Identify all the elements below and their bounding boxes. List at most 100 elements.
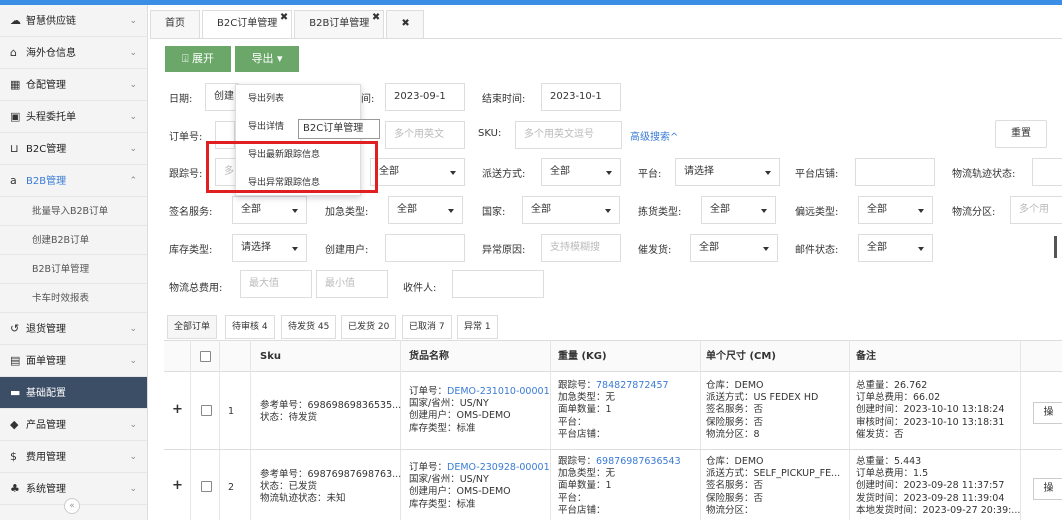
status-tab-cancelled[interactable]: 已取消 7 bbox=[402, 315, 452, 339]
sidebar: ☁ 智慧供应链 ⌄ ⌂ 海外仓信息 ⌄ ▦ 仓配管理 ⌄ ▣ 头程委托单 ⌄ ⊔ B2C管理 ⌄ a… bbox=[0, 5, 148, 520]
urgent-select[interactable]: 全部 bbox=[388, 196, 463, 224]
chevron-down-icon: ⌄ bbox=[129, 48, 137, 58]
track-status-select[interactable] bbox=[1032, 158, 1062, 186]
pick-type-select[interactable]: 全部 bbox=[701, 196, 776, 224]
amazon-icon: a bbox=[10, 174, 17, 187]
sidebar-item-b2b[interactable]: a B2B管理 ⌃ bbox=[0, 165, 147, 197]
fee-label: 物流总费用: bbox=[169, 283, 223, 294]
country-select[interactable]: 全部 bbox=[522, 196, 620, 224]
chevron-up-icon: ⌃ bbox=[129, 176, 137, 186]
chevron-down-icon: ⌄ bbox=[129, 484, 137, 494]
sidebar-sub-create-b2b[interactable]: 创建B2B订单 bbox=[0, 226, 147, 255]
sidebar-item-b2c[interactable]: ⊔ B2C管理 ⌄ bbox=[0, 133, 147, 165]
expand-row-icon[interactable]: + bbox=[172, 402, 183, 417]
tab-b2b-orders[interactable]: B2B订单管理 ✖ bbox=[294, 10, 385, 38]
status-tab-pending-review[interactable]: 待审核 4 bbox=[225, 315, 275, 339]
grid-icon: ▦ bbox=[10, 78, 21, 91]
expand-button[interactable]: ⍗ 展开 bbox=[165, 46, 231, 72]
sku-input[interactable]: 多个用英文逗号 bbox=[515, 121, 622, 149]
chevron-down-icon: ⌄ bbox=[129, 420, 137, 430]
row-index: 1 bbox=[228, 406, 235, 417]
date-label-2: 间: bbox=[361, 94, 375, 105]
order-link[interactable]: DEMO-231010-00001 bbox=[447, 386, 550, 397]
order-no-label: 订单号: bbox=[169, 132, 203, 143]
sign-service-select[interactable]: 全部 bbox=[232, 196, 307, 224]
sku-label: SKU: bbox=[478, 128, 502, 139]
mail-status-label: 邮件状态: bbox=[795, 245, 839, 256]
scrollbar-handle[interactable] bbox=[1054, 236, 1057, 258]
row-checkbox[interactable] bbox=[201, 405, 212, 416]
table-header: Sku 货品名称 重量 (KG) 单个尺寸 (CM) 备注 bbox=[164, 340, 1062, 372]
size-cell: 仓库：DEMO 派送方式：US FEDEX HD 签名服务：否 保险服务：否 物… bbox=[706, 380, 819, 440]
close-all-tabs-button[interactable]: ✖ bbox=[386, 10, 425, 38]
goods-cell: 订单号：DEMO-230928-00001 国家/省州：US/NY 创建用户：O… bbox=[409, 462, 550, 510]
fee-min-input[interactable]: 最小值 bbox=[316, 270, 388, 298]
tab-home[interactable]: 首页 bbox=[150, 10, 200, 38]
tracking-link[interactable]: 784827872457 bbox=[596, 380, 669, 391]
advanced-search-link[interactable]: 高级搜索^ bbox=[630, 128, 678, 143]
sidebar-item-products[interactable]: ◆ 产品管理 ⌄ bbox=[0, 409, 147, 441]
date-label: 日期: bbox=[169, 94, 193, 105]
sidebar-item-warehouse-info[interactable]: ⌂ 海外仓信息 ⌄ bbox=[0, 37, 147, 69]
close-icon[interactable]: ✖ bbox=[280, 5, 288, 31]
goods-cell: 订单号：DEMO-231010-00001 国家/省州：US/NY 创建用户：O… bbox=[409, 386, 550, 434]
mail-status-select[interactable]: 全部 bbox=[858, 234, 933, 262]
date-type-select[interactable]: 创建 bbox=[205, 83, 239, 111]
sidebar-item-base-config[interactable]: ▬ 基础配置 bbox=[0, 377, 147, 409]
order-link[interactable]: DEMO-230928-00001 bbox=[447, 462, 550, 473]
sidebar-item-first-leg[interactable]: ▣ 头程委托单 ⌄ bbox=[0, 101, 147, 133]
sidebar-sub-batch-import[interactable]: 批量导入B2B订单 bbox=[0, 197, 147, 226]
sidebar-item-distribution[interactable]: ▦ 仓配管理 ⌄ bbox=[0, 69, 147, 101]
order-no-input[interactable]: 多个用英文 bbox=[385, 121, 465, 149]
close-icon: ✖ bbox=[401, 18, 410, 29]
urgent-label: 加急类型: bbox=[325, 207, 369, 218]
start-date-input[interactable]: 2023-09-1 bbox=[385, 83, 465, 111]
urge-select[interactable]: 全部 bbox=[690, 234, 778, 262]
status-tab-pending-ship[interactable]: 待发货 45 bbox=[281, 315, 337, 339]
export-list-item[interactable]: 导出列表 bbox=[236, 85, 360, 113]
fee-max-input[interactable]: 最大值 bbox=[240, 270, 312, 298]
ship-method-select[interactable]: 全部 bbox=[541, 158, 621, 186]
shop-input[interactable] bbox=[855, 158, 935, 186]
creator-label: 创建用户: bbox=[325, 245, 369, 256]
chevron-down-icon: ⌄ bbox=[129, 144, 137, 154]
platform-label: 平台: bbox=[638, 169, 662, 180]
sidebar-item-labels[interactable]: ▤ 面单管理 ⌄ bbox=[0, 345, 147, 377]
creator-input[interactable] bbox=[385, 234, 465, 262]
export-button[interactable]: 导出 ▾ bbox=[235, 46, 299, 72]
receiver-input[interactable] bbox=[452, 270, 544, 298]
platform-select[interactable]: 请选择 bbox=[675, 158, 780, 186]
header-goods: 货品名称 bbox=[409, 351, 449, 362]
status-tab-exception[interactable]: 异常 1 bbox=[457, 315, 498, 339]
car-icon: ♣ bbox=[10, 482, 20, 495]
tracking-link[interactable]: 69876987636543 bbox=[596, 456, 681, 467]
tab-b2c-orders[interactable]: B2C订单管理 ✖ bbox=[202, 10, 293, 38]
row-action-button[interactable]: 操 bbox=[1033, 402, 1062, 424]
sidebar-item-fees[interactable]: $ 费用管理 ⌄ bbox=[0, 441, 147, 473]
status-tab-shipped[interactable]: 已发货 20 bbox=[341, 315, 397, 339]
close-icon[interactable]: ✖ bbox=[372, 5, 380, 31]
status-tab-all[interactable]: 全部订单 bbox=[167, 315, 218, 339]
sidebar-item-supply-chain[interactable]: ☁ 智慧供应链 ⌄ bbox=[0, 5, 147, 37]
collapse-sidebar-button[interactable]: « bbox=[64, 498, 80, 514]
note-cell: 总重量：26.762 订单总费用：66.02 创建时间：2023-10-10 1… bbox=[856, 380, 1005, 440]
note-cell: 总重量：5.443 订单总费用：1.5 创建时间：2023-09-28 11:3… bbox=[856, 456, 1021, 516]
document-icon: ▤ bbox=[10, 354, 21, 367]
zone-input[interactable]: 多个用 bbox=[1010, 196, 1062, 224]
track-status-label: 物流轨迹状态: bbox=[952, 169, 1016, 180]
end-date-input[interactable]: 2023-10-1 bbox=[541, 83, 621, 111]
exception-input[interactable]: 支持模糊搜 bbox=[541, 234, 621, 262]
sidebar-sub-truck-report[interactable]: 卡车时效报表 bbox=[0, 284, 147, 313]
tracking-type-select[interactable]: 全部 bbox=[370, 158, 465, 186]
row-action-button[interactable]: 操 bbox=[1033, 478, 1062, 500]
header-sku: Sku bbox=[260, 351, 281, 362]
expand-icon: ⍗ bbox=[181, 52, 193, 65]
row-checkbox[interactable] bbox=[201, 481, 212, 492]
sidebar-item-returns[interactable]: ↺ 退货管理 ⌄ bbox=[0, 313, 147, 345]
remote-select[interactable]: 全部 bbox=[858, 196, 933, 224]
stock-type-select[interactable]: 请选择 bbox=[232, 234, 307, 262]
reset-button[interactable]: 重置 bbox=[995, 120, 1047, 148]
select-all-checkbox[interactable] bbox=[200, 351, 211, 362]
sidebar-sub-b2b-orders[interactable]: B2B订单管理 bbox=[0, 255, 147, 284]
expand-row-icon[interactable]: + bbox=[172, 478, 183, 493]
